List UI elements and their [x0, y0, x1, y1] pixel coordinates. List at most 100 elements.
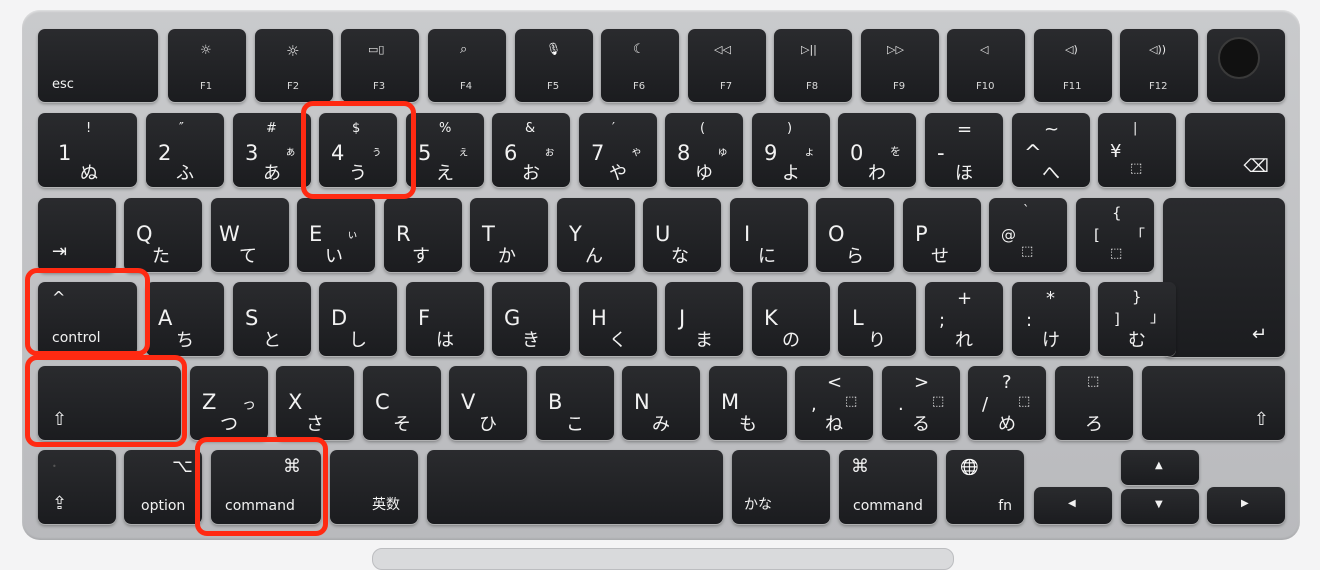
- key-slash[interactable]: ? / ⬚ め: [968, 366, 1046, 440]
- key-u[interactable]: U な: [643, 198, 721, 272]
- key-8[interactable]: ( 8 ゅ ゆ: [665, 113, 743, 187]
- key-colon[interactable]: * : け: [1012, 282, 1090, 356]
- arrow-left-key[interactable]: ◀: [1034, 487, 1112, 524]
- key-6[interactable]: & 6 ぉ お: [492, 113, 570, 187]
- key-period[interactable]: > . ⬚ る: [882, 366, 960, 440]
- f6-label: F6: [633, 81, 646, 92]
- key-e[interactable]: E ぃ い: [297, 198, 375, 272]
- key-j[interactable]: J ま: [665, 282, 743, 356]
- key-comma-shift: <: [827, 372, 843, 393]
- f3-key[interactable]: ▭▯ F3: [341, 29, 419, 102]
- left-command-key[interactable]: ⌘ command: [211, 450, 321, 524]
- tab-key[interactable]: ⇥: [38, 198, 116, 272]
- key-minus[interactable]: = - ほ: [925, 113, 1003, 187]
- key-q[interactable]: Q た: [124, 198, 202, 272]
- key-d[interactable]: D し: [319, 282, 397, 356]
- control-label: control: [52, 330, 101, 346]
- key-h-label: H: [591, 306, 607, 330]
- key-w[interactable]: W て: [211, 198, 289, 272]
- key-h[interactable]: H く: [579, 282, 657, 356]
- space-key[interactable]: [427, 450, 723, 524]
- key-7[interactable]: ′ 7 ゃ や: [579, 113, 657, 187]
- key-n-kana: み: [652, 414, 670, 435]
- key-9[interactable]: ) 9 ょ よ: [752, 113, 830, 187]
- right-command-key[interactable]: ⌘ command: [839, 450, 937, 524]
- key-left-bracket[interactable]: { [ 「 ⬚: [1076, 198, 1154, 272]
- key-k[interactable]: K の: [752, 282, 830, 356]
- key-z[interactable]: Z っ つ: [190, 366, 268, 440]
- key-3[interactable]: # 3 ぁ あ: [233, 113, 311, 187]
- key-m[interactable]: M も: [709, 366, 787, 440]
- key-o[interactable]: O ら: [816, 198, 894, 272]
- eisu-key[interactable]: 英数: [330, 450, 418, 524]
- key-1[interactable]: ! 1 ぬ: [38, 113, 137, 187]
- esc-key[interactable]: esc: [38, 29, 158, 102]
- fn-key[interactable]: 🌐 fn: [946, 450, 1024, 524]
- key-z-kana-small: っ: [242, 397, 256, 413]
- f6-key[interactable]: ☾ F6: [601, 29, 679, 102]
- left-shift-key[interactable]: ⇧: [38, 366, 181, 440]
- key-p[interactable]: P せ: [903, 198, 981, 272]
- key-4-label: 4: [331, 141, 345, 165]
- f10-label: F10: [976, 81, 995, 92]
- key-y-kana: ん: [585, 246, 603, 267]
- f8-key[interactable]: ▷|| F8: [774, 29, 852, 102]
- key-a[interactable]: A ち: [146, 282, 224, 356]
- key-y[interactable]: Y ん: [557, 198, 635, 272]
- key-d-kana: し: [349, 330, 367, 351]
- arrow-up-key[interactable]: ▲: [1121, 450, 1199, 485]
- key-f[interactable]: F は: [406, 282, 484, 356]
- key-at[interactable]: ` @ ⬚: [989, 198, 1067, 272]
- delete-key[interactable]: ⌫: [1185, 113, 1285, 187]
- key-yen[interactable]: | ¥ ⬚: [1098, 113, 1176, 187]
- key-yen-kana: ⬚: [1130, 161, 1143, 176]
- delete-icon: ⌫: [1243, 156, 1269, 177]
- key-n[interactable]: N み: [622, 366, 700, 440]
- caps-lock-key[interactable]: • ⇪: [38, 450, 116, 524]
- key-p-label: P: [915, 222, 928, 246]
- key-s[interactable]: S と: [233, 282, 311, 356]
- key-caret[interactable]: ~ ^ へ: [1012, 113, 1090, 187]
- key-g[interactable]: G き: [492, 282, 570, 356]
- power-button[interactable]: [1218, 37, 1260, 79]
- key-right-bracket[interactable]: } ] 」 む: [1098, 282, 1176, 356]
- key-ro[interactable]: ⬚ ろ: [1055, 366, 1133, 440]
- key-7-kana: や: [609, 163, 627, 184]
- f11-key[interactable]: ◁) F11: [1034, 29, 1112, 102]
- f2-key[interactable]: ☼ F2: [255, 29, 333, 102]
- key-comma[interactable]: < , ⬚ ね: [795, 366, 873, 440]
- right-shift-key[interactable]: ⇧: [1142, 366, 1285, 440]
- key-x-kana: さ: [306, 414, 324, 435]
- key-semicolon[interactable]: + ; れ: [925, 282, 1003, 356]
- arrow-down-key[interactable]: ▼: [1121, 489, 1199, 524]
- key-0[interactable]: 0 を わ: [838, 113, 916, 187]
- touch-id-key[interactable]: [1207, 29, 1285, 102]
- return-key[interactable]: ↵: [1163, 198, 1285, 357]
- key-b[interactable]: B こ: [536, 366, 614, 440]
- f10-key[interactable]: ◁ F10: [947, 29, 1025, 102]
- kana-key[interactable]: かな: [732, 450, 830, 524]
- f5-key[interactable]: 🎙 F5: [515, 29, 593, 102]
- key-g-label: G: [504, 306, 521, 330]
- key-i[interactable]: I に: [730, 198, 808, 272]
- key-l[interactable]: L り: [838, 282, 916, 356]
- key-c[interactable]: C そ: [363, 366, 441, 440]
- f12-key[interactable]: ◁)) F12: [1120, 29, 1198, 102]
- key-t-kana: か: [498, 246, 516, 267]
- key-4[interactable]: $ 4 ぅ う: [319, 113, 397, 187]
- f4-key[interactable]: ⌕ F4: [428, 29, 506, 102]
- key-t[interactable]: T か: [470, 198, 548, 272]
- key-r[interactable]: R す: [384, 198, 462, 272]
- f1-key[interactable]: ☼ F1: [168, 29, 246, 102]
- key-5[interactable]: % 5 ぇ え: [406, 113, 484, 187]
- arrow-right-key[interactable]: ▶: [1207, 487, 1285, 524]
- key-2[interactable]: ″ 2 ふ: [146, 113, 224, 187]
- f7-key[interactable]: ◁◁ F7: [688, 29, 766, 102]
- option-key[interactable]: ⌥ option: [124, 450, 202, 524]
- key-p-kana: せ: [931, 246, 949, 267]
- key-v[interactable]: V ひ: [449, 366, 527, 440]
- key-x[interactable]: X さ: [276, 366, 354, 440]
- control-key[interactable]: ^ control: [38, 282, 137, 356]
- f9-key[interactable]: ▷▷ F9: [861, 29, 939, 102]
- key-slash-kana-2: ⬚: [1018, 394, 1031, 409]
